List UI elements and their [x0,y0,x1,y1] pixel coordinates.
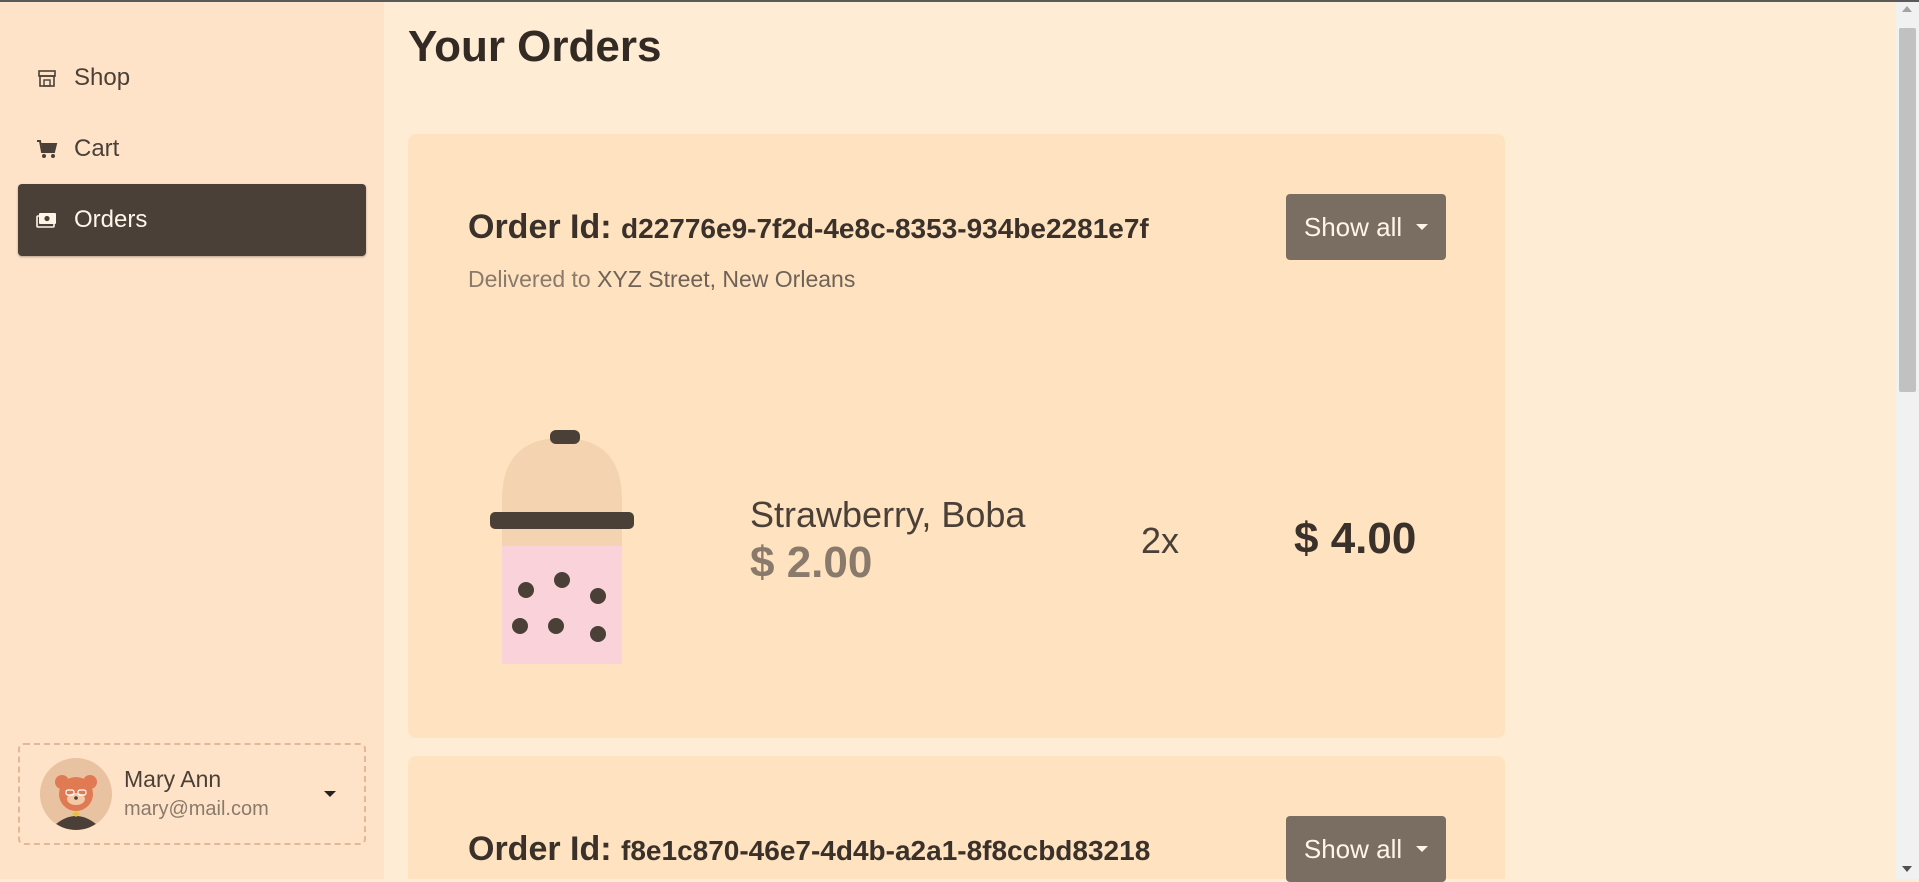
user-profile-menu[interactable]: Mary Ann mary@mail.com [18,743,366,845]
sidebar-item-shop[interactable]: Shop [18,42,366,114]
product-total: $ 4.00 [1294,514,1417,563]
show-all-label: Show all [1303,833,1403,864]
cart-icon [36,138,58,160]
address-value: XYZ Street, New Orleans [597,266,856,292]
orders-icon [36,209,58,231]
sidebar-item-orders[interactable]: Orders [18,184,366,256]
boba-drink-image [490,414,640,664]
order-id-label: Order Id: [468,830,612,868]
caret-down-icon [1416,224,1429,230]
sidebar-item-label: Cart [74,135,120,162]
user-email: mary@mail.com [124,798,269,820]
order-id-value: d22776e9-7f2d-4e8c-8353-934be2281e7f [621,213,1149,244]
product-name: Strawberry, Boba [750,494,1026,535]
sidebar-item-label: Shop [74,64,131,91]
avatar [40,758,112,830]
order-id-value: f8e1c870-46e7-4d4b-a2a1-8f8ccbd83218 [621,835,1151,866]
delivered-prefix: Delivered to [468,266,591,292]
order-id: Order Id: d22776e9-7f2d-4e8c-8353-934be2… [468,208,1149,247]
order-card: Order Id: d22776e9-7f2d-4e8c-8353-934be2… [408,134,1505,738]
user-info: Mary Ann mary@mail.com [124,764,269,824]
show-all-label: Show all [1303,211,1403,242]
product-price: $ 2.00 [750,538,873,587]
scroll-up-arrow-icon[interactable] [1902,6,1912,12]
sidebar-item-cart[interactable]: Cart [18,113,366,185]
chevron-down-icon[interactable] [324,791,336,797]
order-card: Order Id: f8e1c870-46e7-4d4b-a2a1-8f8ccb… [408,756,1505,882]
scrollbar-thumb[interactable] [1899,28,1916,392]
order-id-label: Order Id: [468,208,612,246]
sidebar-item-label: Orders [74,206,148,233]
show-all-button[interactable]: Show all [1286,194,1446,260]
user-name: Mary Ann [124,766,222,792]
product-quantity: 2x [1141,520,1180,561]
show-all-button[interactable]: Show all [1286,816,1446,882]
scroll-down-arrow-icon[interactable] [1902,866,1912,872]
caret-down-icon [1416,846,1429,852]
store-icon [36,67,58,89]
delivery-address: Delivered to XYZ Street, New Orleans [468,266,855,293]
page-title: Your Orders [408,22,662,71]
sidebar: Shop Cart Orders Mary Ann mary@mail.com [0,2,384,879]
order-id: Order Id: f8e1c870-46e7-4d4b-a2a1-8f8ccb… [468,830,1150,869]
